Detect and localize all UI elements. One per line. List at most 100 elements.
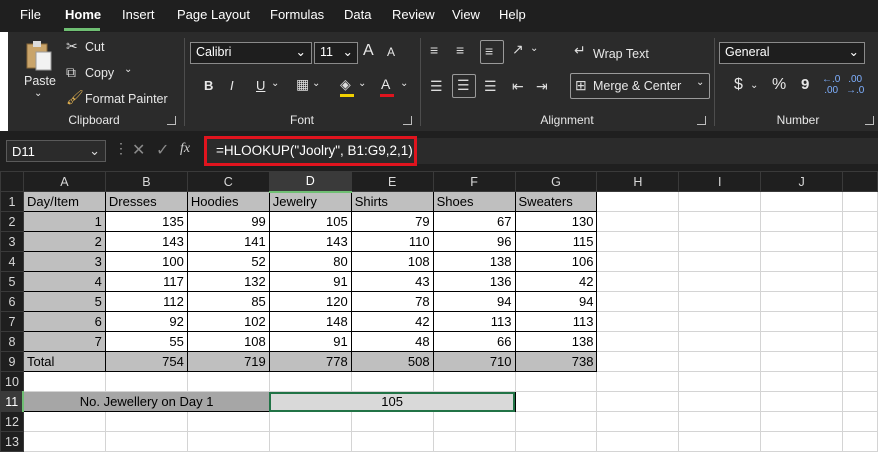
cell[interactable] bbox=[760, 291, 843, 312]
cell-e1[interactable]: Shirts bbox=[350, 191, 434, 212]
row-header[interactable]: 12 bbox=[0, 411, 24, 432]
cell[interactable] bbox=[841, 391, 878, 412]
underline-dropdown-icon[interactable]: ⌄ bbox=[271, 78, 279, 89]
name-box[interactable]: D11 ⌄ bbox=[6, 140, 106, 162]
cell-value[interactable]: 108 bbox=[186, 331, 270, 352]
cell-value[interactable]: 136 bbox=[432, 271, 516, 292]
menu-help[interactable]: Help bbox=[499, 7, 526, 22]
font-color-dropdown-icon[interactable]: ⌄ bbox=[400, 78, 408, 89]
cell-day[interactable]: 1 bbox=[22, 211, 106, 232]
row-header[interactable]: 6 bbox=[0, 291, 24, 312]
paste-dropdown-icon[interactable]: ⌄ bbox=[34, 88, 42, 99]
row-header[interactable]: 3 bbox=[0, 231, 24, 252]
cell[interactable] bbox=[432, 411, 516, 432]
cell[interactable] bbox=[841, 351, 878, 372]
menu-data[interactable]: Data bbox=[344, 7, 371, 22]
cell-total[interactable]: 508 bbox=[350, 351, 434, 372]
cell[interactable] bbox=[678, 371, 762, 392]
cell-value[interactable]: 132 bbox=[186, 271, 270, 292]
cell[interactable] bbox=[841, 211, 878, 232]
cell[interactable] bbox=[596, 311, 680, 332]
cell[interactable] bbox=[760, 311, 843, 332]
cell[interactable] bbox=[514, 371, 598, 392]
cell-value[interactable]: 120 bbox=[268, 291, 352, 312]
cut-icon[interactable]: ✂ bbox=[66, 38, 78, 55]
cell[interactable] bbox=[678, 291, 762, 312]
row-header[interactable]: 7 bbox=[0, 311, 24, 332]
cell-value[interactable]: 42 bbox=[514, 271, 598, 292]
cell-day[interactable]: 7 bbox=[22, 331, 106, 352]
row-header[interactable]: 8 bbox=[0, 331, 24, 352]
cut-button[interactable]: Cut bbox=[85, 40, 104, 54]
menu-home[interactable]: Home bbox=[65, 7, 101, 22]
column-header-c[interactable]: C bbox=[186, 171, 270, 192]
column-header-h[interactable]: H bbox=[596, 171, 680, 192]
comma-style-button[interactable]: 9 bbox=[801, 76, 809, 93]
shrink-font-button[interactable]: A bbox=[387, 45, 395, 59]
cell[interactable] bbox=[596, 231, 680, 252]
cell-value[interactable]: 113 bbox=[432, 311, 516, 332]
cell-a11-merged[interactable]: No. Jewellery on Day 1 bbox=[22, 391, 270, 412]
cell[interactable] bbox=[268, 411, 352, 432]
cell-day[interactable]: 4 bbox=[22, 271, 106, 292]
cell-value[interactable]: 55 bbox=[104, 331, 188, 352]
alignment-launcher-icon[interactable] bbox=[697, 116, 706, 125]
cancel-icon[interactable]: ✕ bbox=[132, 140, 145, 160]
cell-value[interactable]: 92 bbox=[104, 311, 188, 332]
clipboard-launcher-icon[interactable] bbox=[167, 116, 176, 125]
cell[interactable] bbox=[186, 371, 270, 392]
cell-value[interactable]: 106 bbox=[514, 251, 598, 272]
cell-day[interactable]: 5 bbox=[22, 291, 106, 312]
row-header[interactable]: 1 bbox=[0, 191, 24, 212]
row-header[interactable]: 9 bbox=[0, 351, 24, 372]
align-right-icon[interactable]: ☰ bbox=[484, 78, 497, 95]
orientation-dropdown-icon[interactable]: ⌄ bbox=[530, 43, 538, 54]
column-header-i[interactable]: I bbox=[678, 171, 762, 192]
cell-d11-selected[interactable]: 105 bbox=[268, 391, 516, 412]
cell-value[interactable]: 78 bbox=[350, 291, 434, 312]
cell[interactable] bbox=[350, 371, 434, 392]
cell-total-label[interactable]: Total bbox=[22, 351, 106, 372]
cell[interactable] bbox=[596, 191, 680, 212]
cell-f1[interactable]: Shoes bbox=[432, 191, 516, 212]
menu-view[interactable]: View bbox=[452, 7, 480, 22]
cell[interactable] bbox=[760, 371, 843, 392]
paste-icon[interactable] bbox=[24, 40, 54, 71]
cell[interactable] bbox=[760, 271, 843, 292]
cell-value[interactable]: 112 bbox=[104, 291, 188, 312]
bold-button[interactable]: B bbox=[204, 78, 213, 93]
cell[interactable] bbox=[841, 251, 878, 272]
cell-value[interactable]: 135 bbox=[104, 211, 188, 232]
column-header-e[interactable]: E bbox=[350, 171, 434, 192]
wrap-text-button[interactable]: Wrap Text bbox=[593, 47, 649, 61]
column-header-a[interactable]: A bbox=[22, 171, 106, 192]
format-painter-button[interactable]: Format Painter bbox=[85, 92, 168, 106]
menu-formulas[interactable]: Formulas bbox=[270, 7, 324, 22]
cell-total[interactable]: 778 bbox=[268, 351, 352, 372]
cell[interactable] bbox=[678, 211, 762, 232]
cell-value[interactable]: 102 bbox=[186, 311, 270, 332]
cell-value[interactable]: 138 bbox=[514, 331, 598, 352]
cell[interactable] bbox=[760, 411, 843, 432]
cell[interactable] bbox=[841, 411, 878, 432]
cell[interactable] bbox=[596, 251, 680, 272]
cell[interactable] bbox=[432, 371, 516, 392]
cell-total[interactable]: 710 bbox=[432, 351, 516, 372]
fill-color-icon[interactable]: ◈ bbox=[340, 76, 351, 93]
cell[interactable] bbox=[841, 371, 878, 392]
cell[interactable] bbox=[514, 391, 598, 412]
cell[interactable] bbox=[596, 331, 680, 352]
cell-value[interactable]: 91 bbox=[268, 331, 352, 352]
cell-value[interactable]: 138 bbox=[432, 251, 516, 272]
copy-icon[interactable]: ⧉ bbox=[66, 64, 76, 81]
cell-b1[interactable]: Dresses bbox=[104, 191, 188, 212]
insert-function-icon[interactable]: fx bbox=[180, 141, 190, 157]
cell[interactable] bbox=[678, 391, 762, 412]
cell-value[interactable]: 108 bbox=[350, 251, 434, 272]
cell-value[interactable]: 143 bbox=[268, 231, 352, 252]
cell-value[interactable]: 52 bbox=[186, 251, 270, 272]
cell-value[interactable]: 91 bbox=[268, 271, 352, 292]
align-middle-icon[interactable]: ≡ bbox=[456, 42, 464, 58]
cell-value[interactable]: 48 bbox=[350, 331, 434, 352]
cell[interactable] bbox=[760, 331, 843, 352]
